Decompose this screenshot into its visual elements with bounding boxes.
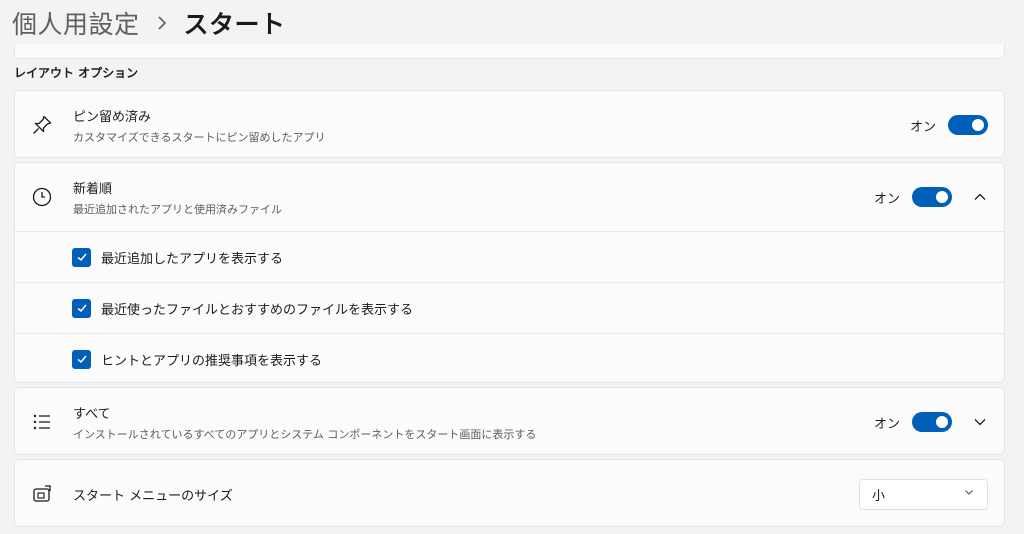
pinned-toggle[interactable] [948,115,988,135]
pinned-row: ピン留め済み カスタマイズできるスタートにピン留めしたアプリ オン [15,91,1004,159]
recent-files-checkbox[interactable] [72,298,91,318]
recent-option-files[interactable]: 最近使ったファイルとおすすめのファイルを表示する [15,282,1004,333]
section-title: レイアウト オプション [14,66,139,80]
settings-page: 個人用設定 スタート レイアウト オプション ピン留め済み カスタマイズできるス… [0,0,1024,534]
start-menu-resize-icon [31,483,53,505]
chevron-down-icon [963,486,975,502]
menu-size-card: スタート メニューのサイズ 小 [14,459,1005,527]
checkmark-icon [77,355,87,364]
recent-row[interactable]: 新着順 最近追加されたアプリと使用済みファイル オン [15,163,1004,231]
pinned-state-label: オン [909,119,936,135]
recent-card: 新着順 最近追加されたアプリと使用済みファイル オン 最近追加したアプリを表示す… [14,162,1005,383]
all-toggle[interactable] [912,412,952,432]
pinned-card: ピン留め済み カスタマイズできるスタートにピン留めしたアプリ オン [14,90,1005,158]
previous-card-edge [14,44,1005,59]
recent-option-tips[interactable]: ヒントとアプリの推奨事項を表示する [15,333,1004,384]
chevron-right-icon [156,15,168,31]
all-card: すべて インストールされているすべてのアプリとシステム コンポーネントをスタート… [14,387,1005,455]
list-icon [31,411,53,433]
pinned-description: カスタマイズできるスタートにピン留めしたアプリ [73,130,326,144]
breadcrumb: 個人用設定 スタート [12,4,286,42]
recent-apps-checkbox[interactable] [72,247,91,267]
menu-size-row: スタート メニューのサイズ 小 [15,460,1004,528]
recent-state-label: オン [873,191,900,207]
recent-toggle[interactable] [912,187,952,207]
page-title: スタート [183,10,286,39]
recent-description: 最近追加されたアプリと使用済みファイル [73,202,282,216]
recent-option-apps[interactable]: 最近追加したアプリを表示する [15,231,1004,282]
clock-icon [31,186,53,208]
pin-icon [31,114,53,136]
menu-size-selected: 小 [872,488,886,504]
recent-title: 新着順 [73,181,113,197]
breadcrumb-parent[interactable]: 個人用設定 [12,5,140,41]
all-description: インストールされているすべてのアプリとシステム コンポーネントをスタート画面に表… [73,427,537,441]
checkmark-icon [77,304,87,313]
menu-size-title: スタート メニューのサイズ [73,488,233,504]
tips-checkbox[interactable] [72,349,91,369]
pinned-title: ピン留め済み [73,109,152,125]
all-row[interactable]: すべて インストールされているすべてのアプリとシステム コンポーネントをスタート… [15,388,1004,456]
tips-label: ヒントとアプリの推奨事項を表示する [101,353,323,369]
chevron-down-icon[interactable] [972,414,988,430]
checkmark-icon [77,253,87,262]
all-state-label: オン [873,416,900,432]
chevron-up-icon[interactable] [972,189,988,205]
recent-apps-label: 最近追加したアプリを表示する [101,251,284,267]
menu-size-dropdown[interactable]: 小 [859,478,988,510]
recent-files-label: 最近使ったファイルとおすすめのファイルを表示する [101,302,414,318]
all-title: すべて [73,406,111,422]
